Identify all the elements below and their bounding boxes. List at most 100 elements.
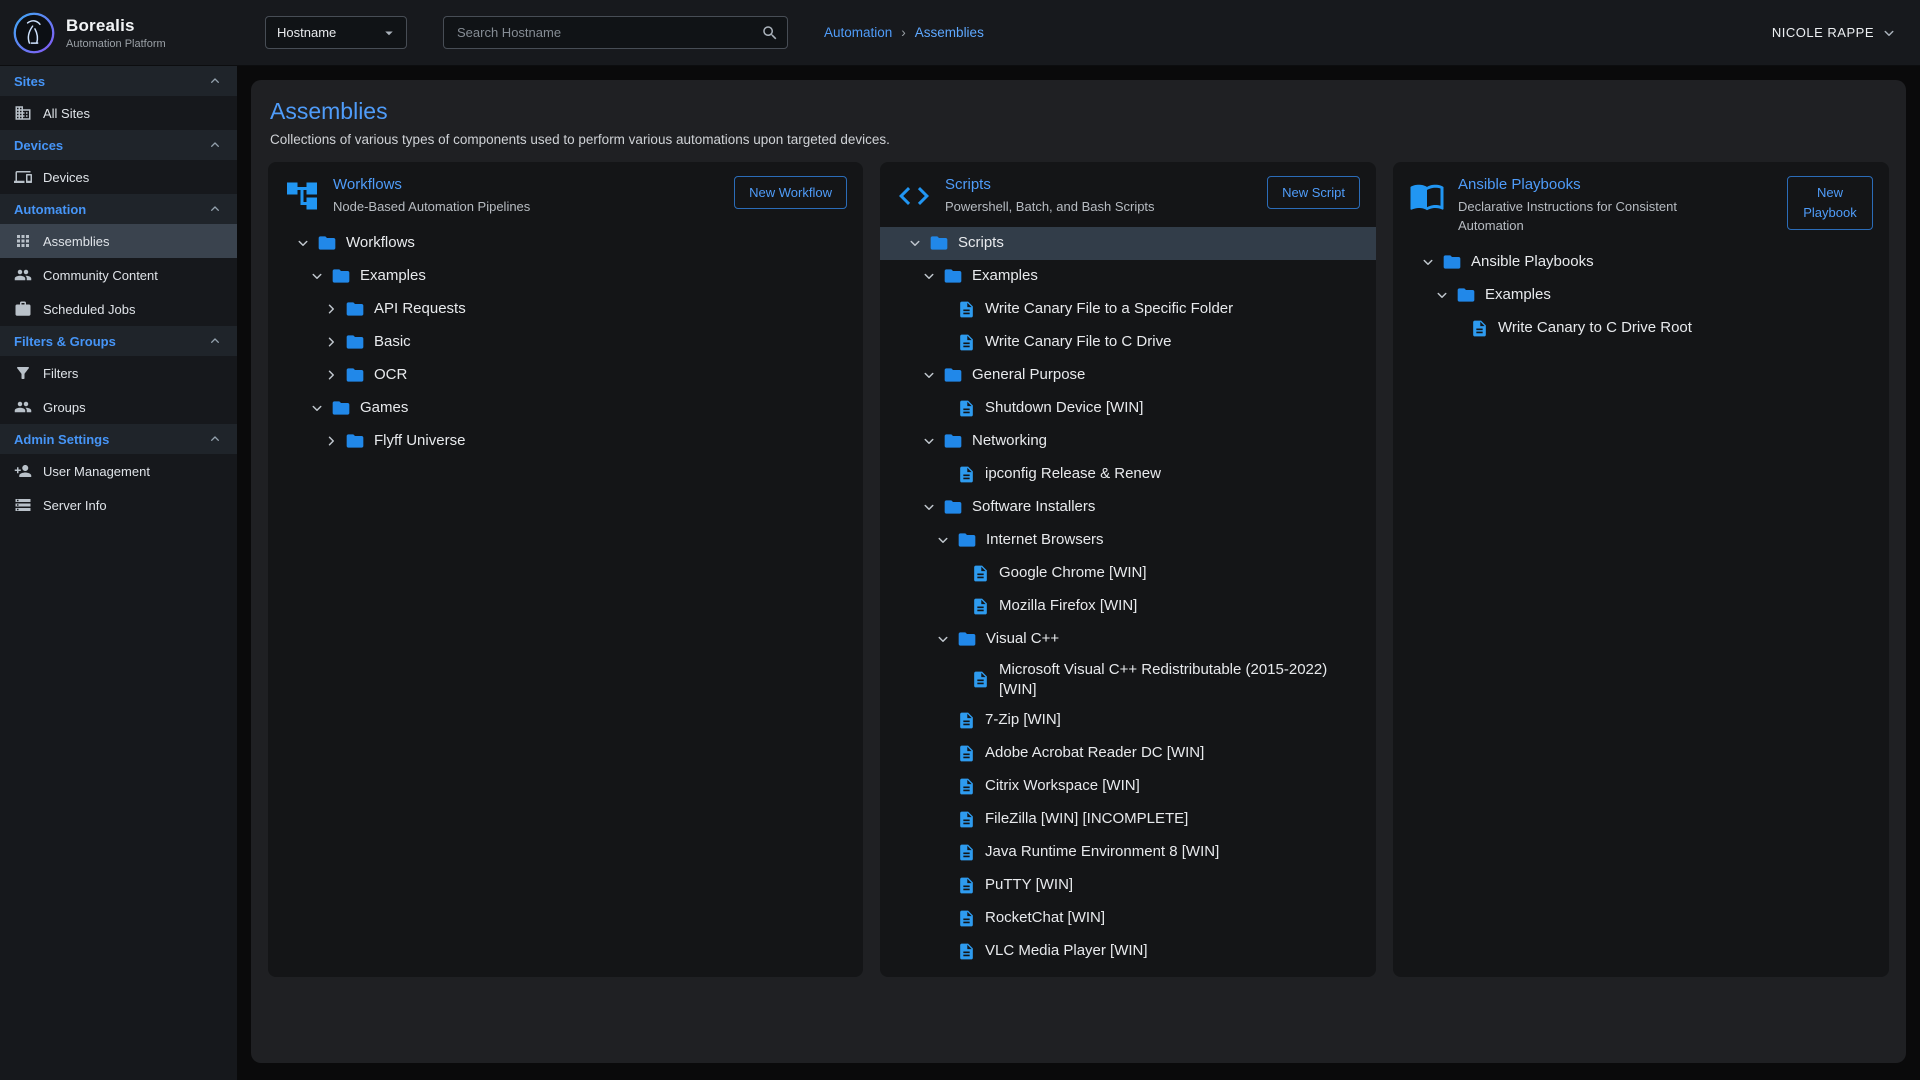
tree-item-rocketchat-win[interactable]: RocketChat [WIN] bbox=[880, 902, 1376, 935]
chevron-down-icon[interactable] bbox=[920, 267, 938, 285]
topbar: Borealis Automation Platform Hostname Au… bbox=[0, 0, 1920, 66]
tree-item-filezilla-win-incomplete[interactable]: FileZilla [WIN] [INCOMPLETE] bbox=[880, 803, 1376, 836]
chevron-up-icon bbox=[207, 201, 223, 217]
chevron-right-icon[interactable] bbox=[322, 366, 340, 384]
tree-item-shutdown-device-win[interactable]: Shutdown Device [WIN] bbox=[880, 392, 1376, 425]
tree-item-adobe-acrobat-reader-dc-win[interactable]: Adobe Acrobat Reader DC [WIN] bbox=[880, 737, 1376, 770]
tree-item-software-installers[interactable]: Software Installers bbox=[880, 491, 1376, 524]
tree-item-basic[interactable]: Basic bbox=[268, 326, 863, 359]
chevron-down-icon[interactable] bbox=[920, 432, 938, 450]
chevron-right-icon[interactable] bbox=[322, 300, 340, 318]
folder-icon bbox=[943, 431, 963, 451]
page-subtitle: Collections of various types of componen… bbox=[270, 132, 1889, 147]
ansible-card-header: Ansible Playbooks Declarative Instructio… bbox=[1393, 176, 1889, 236]
tree-item-scripts[interactable]: Scripts bbox=[880, 227, 1376, 260]
sidebar-item-scheduled-jobs[interactable]: Scheduled Jobs bbox=[0, 292, 237, 326]
search-icon[interactable] bbox=[761, 24, 779, 42]
tree-item-examples[interactable]: Examples bbox=[268, 260, 863, 293]
tree-item-write-canary-file-to-a-specific-folder[interactable]: Write Canary File to a Specific Folder bbox=[880, 293, 1376, 326]
cards-row: Workflows Node-Based Automation Pipeline… bbox=[268, 162, 1889, 977]
chevron-down-icon[interactable] bbox=[294, 234, 312, 252]
sidebar-item-devices[interactable]: Devices bbox=[0, 160, 237, 194]
hostname-dropdown[interactable]: Hostname bbox=[265, 16, 407, 49]
chevron-right-icon[interactable] bbox=[322, 432, 340, 450]
tree-item-ipconfig-release-renew[interactable]: ipconfig Release & Renew bbox=[880, 458, 1376, 491]
tree-item-ansible-playbooks[interactable]: Ansible Playbooks bbox=[1393, 246, 1889, 279]
tree-item-microsoft-visual-c-redistributable-2015-2022-win[interactable]: Microsoft Visual C++ Redistributable (20… bbox=[880, 656, 1376, 704]
chevron-down-icon[interactable] bbox=[1419, 253, 1437, 271]
tree-item-label: Google Chrome [WIN] bbox=[999, 559, 1147, 587]
sidebar-section-sites[interactable]: Sites bbox=[0, 66, 237, 96]
tree-item-examples[interactable]: Examples bbox=[880, 260, 1376, 293]
sidebar-section-automation[interactable]: Automation bbox=[0, 194, 237, 224]
tree-item-api-requests[interactable]: API Requests bbox=[268, 293, 863, 326]
brand[interactable]: Borealis Automation Platform bbox=[0, 11, 237, 55]
sidebar-section-devices[interactable]: Devices bbox=[0, 130, 237, 160]
chevron-down-icon[interactable] bbox=[920, 498, 938, 516]
tree-item-putty-win[interactable]: PuTTY [WIN] bbox=[880, 869, 1376, 902]
sidebar-item-all-sites[interactable]: All Sites bbox=[0, 96, 237, 130]
tree-item-label: Mozilla Firefox [WIN] bbox=[999, 592, 1137, 620]
folder-icon bbox=[345, 332, 365, 352]
search-input[interactable] bbox=[455, 24, 761, 41]
chevron-down-icon[interactable] bbox=[308, 399, 326, 417]
tree-item-ocr[interactable]: OCR bbox=[268, 359, 863, 392]
brand-text: Borealis Automation Platform bbox=[66, 16, 166, 50]
chevron-down-icon[interactable] bbox=[906, 234, 924, 252]
file-icon bbox=[957, 843, 976, 862]
sidebar-section-admin-settings[interactable]: Admin Settings bbox=[0, 424, 237, 454]
hostname-dropdown-value: Hostname bbox=[277, 25, 336, 40]
sidebar-item-assemblies[interactable]: Assemblies bbox=[0, 224, 237, 258]
sidebar-item-user-management[interactable]: User Management bbox=[0, 454, 237, 488]
tree-item-citrix-workspace-win[interactable]: Citrix Workspace [WIN] bbox=[880, 770, 1376, 803]
tree-item-label: API Requests bbox=[374, 295, 466, 323]
breadcrumb-automation[interactable]: Automation bbox=[824, 25, 892, 40]
chevron-down-icon[interactable] bbox=[1433, 286, 1451, 304]
new-script-button[interactable]: New Script bbox=[1267, 176, 1360, 209]
tree-item-write-canary-to-c-drive-root[interactable]: Write Canary to C Drive Root bbox=[1393, 312, 1889, 345]
tree-item-vlc-media-player-win[interactable]: VLC Media Player [WIN] bbox=[880, 935, 1376, 968]
file-icon bbox=[957, 399, 976, 418]
tree-item-label: PuTTY [WIN] bbox=[985, 871, 1073, 899]
chevron-down-icon[interactable] bbox=[920, 366, 938, 384]
tree-item-internet-browsers[interactable]: Internet Browsers bbox=[880, 524, 1376, 557]
file-icon bbox=[957, 744, 976, 763]
tree-item-flyff-universe[interactable]: Flyff Universe bbox=[268, 425, 863, 458]
brand-subtitle: Automation Platform bbox=[66, 38, 166, 50]
tree-item-label: Games bbox=[360, 394, 408, 422]
chevron-down-icon[interactable] bbox=[934, 630, 952, 648]
sidebar-item-groups[interactable]: Groups bbox=[0, 390, 237, 424]
chevron-up-icon bbox=[207, 333, 223, 349]
chevron-right-icon[interactable] bbox=[322, 333, 340, 351]
tree-item-label: Microsoft Visual C++ Redistributable (20… bbox=[999, 656, 1362, 704]
file-icon bbox=[971, 564, 990, 583]
tree-item-general-purpose[interactable]: General Purpose bbox=[880, 359, 1376, 392]
breadcrumb-assemblies[interactable]: Assemblies bbox=[915, 25, 984, 40]
user-menu[interactable]: NICOLE RAPPE bbox=[1772, 24, 1898, 42]
tree-item-networking[interactable]: Networking bbox=[880, 425, 1376, 458]
tree-item-visual-c[interactable]: Visual C++ bbox=[880, 623, 1376, 656]
sidebar-item-server-info[interactable]: Server Info bbox=[0, 488, 237, 522]
tree-item-games[interactable]: Games bbox=[268, 392, 863, 425]
chevron-down-icon[interactable] bbox=[934, 531, 952, 549]
new-workflow-button[interactable]: New Workflow bbox=[734, 176, 847, 209]
ansible-card-titles: Ansible Playbooks Declarative Instructio… bbox=[1458, 176, 1774, 236]
tree-item-workflows[interactable]: Workflows bbox=[268, 227, 863, 260]
tree-item-java-runtime-environment-8-win[interactable]: Java Runtime Environment 8 [WIN] bbox=[880, 836, 1376, 869]
main-content: Assemblies Collections of various types … bbox=[237, 66, 1920, 1080]
sidebar-item-label: Scheduled Jobs bbox=[43, 302, 136, 317]
tree-item-7-zip-win[interactable]: 7-Zip [WIN] bbox=[880, 704, 1376, 737]
chevron-down-icon[interactable] bbox=[308, 267, 326, 285]
sidebar-item-community-content[interactable]: Community Content bbox=[0, 258, 237, 292]
tree-item-label: Scripts bbox=[958, 229, 1004, 257]
folder-icon bbox=[345, 299, 365, 319]
new-playbook-button[interactable]: New Playbook bbox=[1787, 176, 1873, 230]
tree-item-write-canary-file-to-c-drive[interactable]: Write Canary File to C Drive bbox=[880, 326, 1376, 359]
brand-name: Borealis bbox=[66, 16, 166, 36]
sidebar-section-filters-groups[interactable]: Filters & Groups bbox=[0, 326, 237, 356]
sidebar-item-filters[interactable]: Filters bbox=[0, 356, 237, 390]
tree-item-examples[interactable]: Examples bbox=[1393, 279, 1889, 312]
tree-item-label: Adobe Acrobat Reader DC [WIN] bbox=[985, 739, 1204, 767]
tree-item-google-chrome-win[interactable]: Google Chrome [WIN] bbox=[880, 557, 1376, 590]
tree-item-mozilla-firefox-win[interactable]: Mozilla Firefox [WIN] bbox=[880, 590, 1376, 623]
